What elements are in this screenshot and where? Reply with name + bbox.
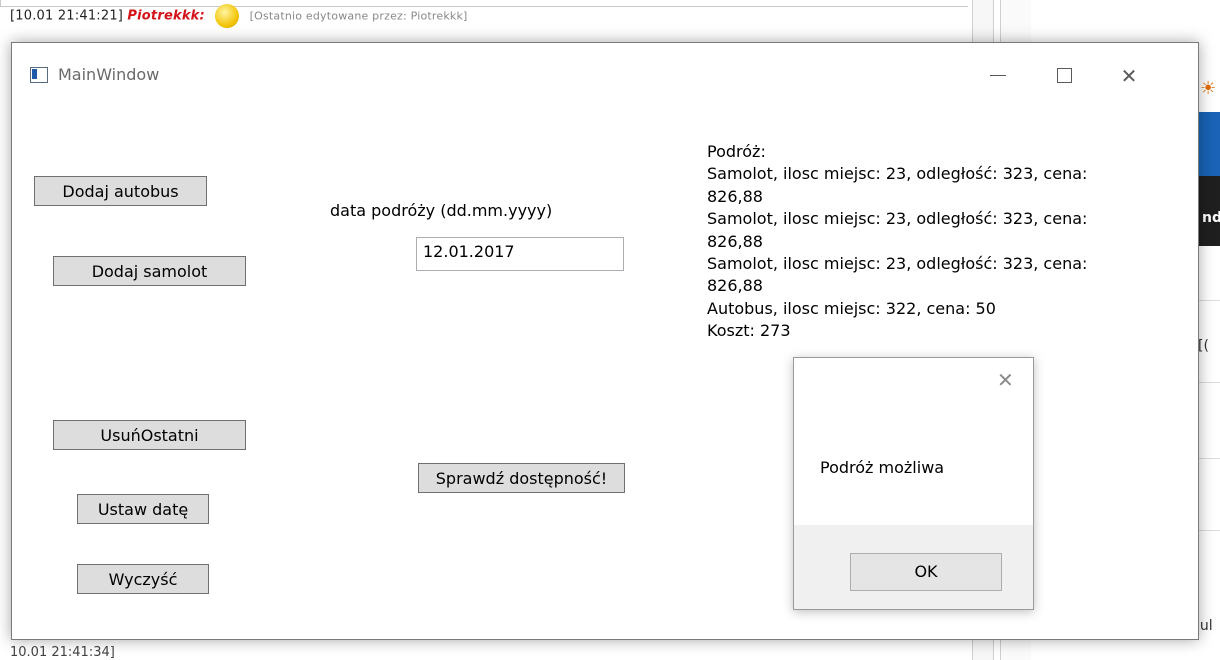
window-app-icon — [30, 67, 48, 83]
chat-time: 10.01 21:41:34] — [10, 645, 115, 660]
chat-nick[interactable]: Piotrekkk: — [127, 9, 205, 24]
close-icon: ✕ — [997, 368, 1014, 392]
minimize-icon — [990, 75, 1006, 76]
background-divider — [1198, 458, 1220, 459]
banner-cut-text: nd — [1202, 210, 1220, 226]
result-line: Samolot, ilosc miejsc: 23, odległość: 32… — [707, 209, 1088, 229]
message-text: Podróż możliwa — [820, 458, 945, 477]
message-box: ✕ Podróż możliwa OK — [793, 357, 1034, 610]
date-label: data podróży (dd.mm.yyyy) — [330, 201, 553, 220]
sun-icon: ☀ — [1200, 78, 1217, 99]
title-bar[interactable]: MainWindow ✕ — [12, 43, 1198, 107]
result-line: Samolot, ilosc miejsc: 23, odległość: 32… — [707, 254, 1088, 274]
background-chat-line: [10.01 21:41:21] Piotrekkk: [Ostatnio ed… — [10, 4, 468, 28]
close-button[interactable]: ✕ — [1106, 61, 1152, 91]
chat-time: [10.01 21:41:21] — [10, 8, 124, 24]
chat-edit-meta: [Ostatnio edytowane przez: Piotrekkk] — [249, 9, 468, 23]
smiley-icon — [215, 4, 240, 28]
result-line: 826,88 — [707, 231, 763, 251]
maximize-icon — [1056, 68, 1072, 83]
close-icon: ✕ — [1120, 64, 1138, 88]
maximize-button[interactable] — [1041, 61, 1087, 91]
result-line: Samolot, ilosc miejsc: 23, odległość: 32… — [707, 164, 1088, 184]
result-line: Koszt: 273 — [707, 321, 791, 341]
background-chat-line: 10.01 21:41:34] — [10, 645, 115, 660]
ok-button[interactable]: OK — [850, 553, 1002, 591]
background-divider — [1198, 530, 1220, 531]
date-input[interactable]: 12.01.2017 — [416, 237, 624, 271]
result-line: Autobus, ilosc miejsc: 322, cena: 50 — [707, 298, 996, 318]
result-line: 826,88 — [707, 186, 763, 206]
result-line: 826,88 — [707, 276, 763, 296]
background-divider — [1198, 382, 1220, 383]
set-date-button[interactable]: Ustaw datę — [77, 494, 209, 524]
background-cut-text: [( — [1198, 338, 1209, 354]
background-blue-banner — [1198, 112, 1220, 176]
window-title: MainWindow — [58, 65, 160, 84]
background-dark-banner: nd — [1198, 176, 1220, 246]
minimize-button[interactable] — [975, 61, 1021, 91]
check-availability-button[interactable]: Sprawdź dostępność! — [418, 463, 625, 493]
results-text: Podróż: Samolot, ilosc miejsc: 23, odleg… — [707, 141, 1087, 343]
background-divider — [1198, 300, 1220, 301]
message-close-button[interactable]: ✕ — [997, 368, 1014, 392]
add-bus-button[interactable]: Dodaj autobus — [34, 176, 207, 206]
clear-button[interactable]: Wyczyść — [77, 564, 209, 594]
result-line: Podróż: — [707, 142, 766, 161]
message-footer: OK — [794, 525, 1033, 609]
add-plane-button[interactable]: Dodaj samolot — [53, 256, 246, 286]
remove-last-button[interactable]: UsuńOstatni — [53, 420, 246, 450]
